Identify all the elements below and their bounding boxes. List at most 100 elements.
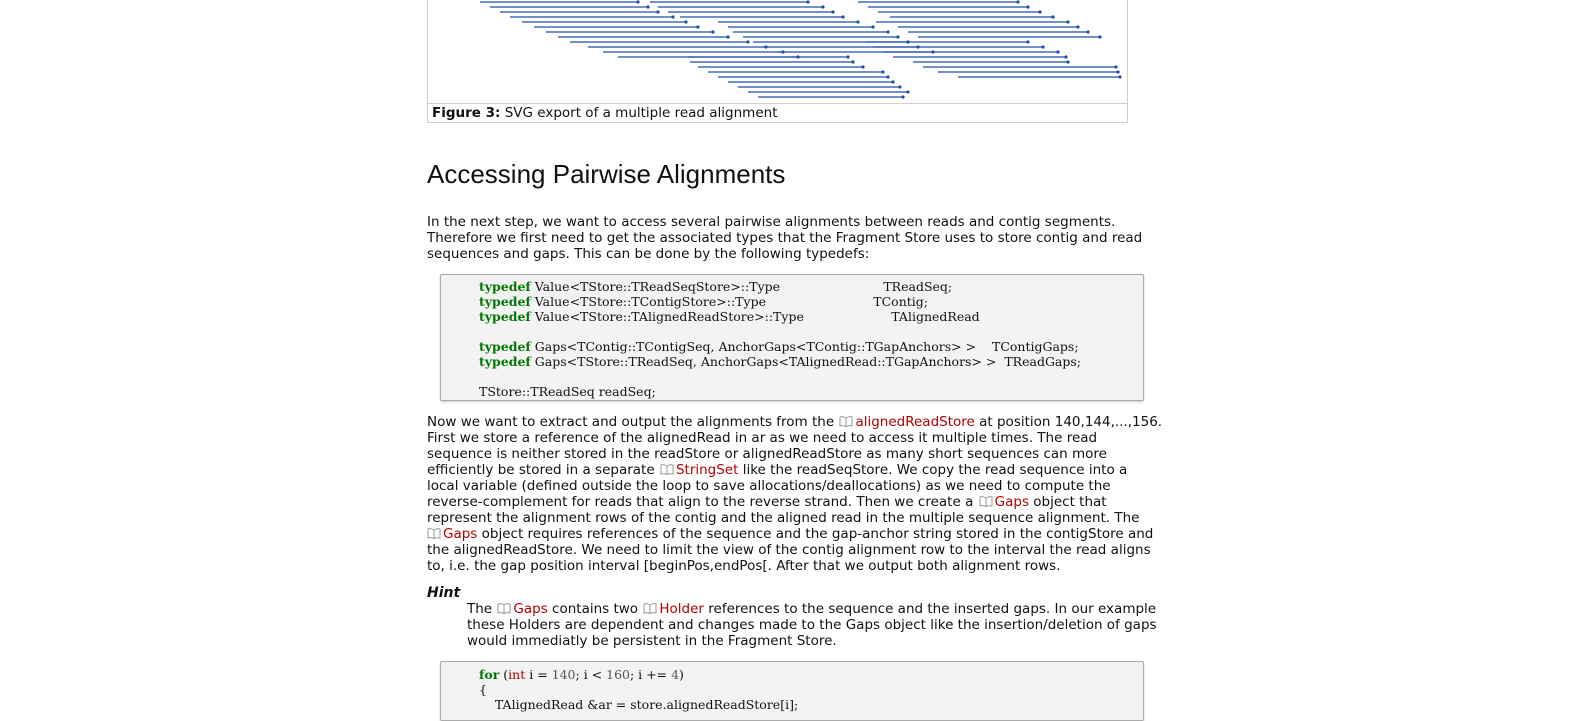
text: The xyxy=(467,601,497,617)
read-end-marker xyxy=(896,35,900,39)
read-end-marker xyxy=(806,0,810,4)
holder-link[interactable]: Holder xyxy=(659,601,704,617)
stringset-link[interactable]: StringSet xyxy=(676,462,738,478)
keyword: typedef xyxy=(479,309,531,324)
type-name: TReadSeq; xyxy=(883,279,953,294)
body-paragraph: Now we want to extract and output the al… xyxy=(427,414,1162,574)
figure-3: Figure 3: SVG export of a multiple read … xyxy=(427,0,1128,123)
read-end-marker xyxy=(1064,55,1068,59)
read-end-marker xyxy=(1041,45,1045,49)
read-end-marker xyxy=(656,10,660,14)
type-name: TContigGaps; xyxy=(991,339,1079,354)
read-end-marker xyxy=(1038,10,1042,14)
read-end-marker xyxy=(1016,0,1020,4)
code-text: Gaps<TStore::TReadSeq, AnchorGaps<TAlign… xyxy=(530,354,997,369)
read-end-marker xyxy=(1076,25,1080,29)
code-line: TAlignedRead &ar = store.alignedReadStor… xyxy=(479,697,799,712)
aligned-read-store-link[interactable]: alignedReadStore xyxy=(855,414,974,430)
read-end-marker xyxy=(1118,75,1122,79)
keyword: typedef xyxy=(479,339,531,354)
read-end-marker xyxy=(1026,5,1030,9)
text: efficiently be stored in a separate xyxy=(427,462,659,478)
read-end-marker xyxy=(696,25,700,29)
read-end-marker xyxy=(711,30,715,34)
type-name: TContig; xyxy=(873,294,928,309)
number: 160 xyxy=(606,667,630,682)
book-icon xyxy=(839,416,853,427)
gaps-link[interactable]: Gaps xyxy=(443,526,477,542)
read-end-marker xyxy=(1051,15,1055,19)
read-end-marker xyxy=(1114,65,1118,69)
read-end-marker xyxy=(856,20,860,24)
code-text: i = xyxy=(525,667,552,682)
read-end-marker xyxy=(671,15,675,19)
code-text: TStore::TReadSeq readSeq; xyxy=(479,384,656,399)
code-text: ) xyxy=(679,667,684,682)
read-end-marker xyxy=(861,65,865,69)
code-listing: typedef Value<TStore::TReadSeqStore>::Ty… xyxy=(441,275,1143,399)
text: sequence is neither stored in the readSt… xyxy=(427,446,1107,462)
hint-title: Hint xyxy=(427,585,461,601)
read-end-marker xyxy=(891,80,895,84)
text: the alignedReadStore. We need to limit t… xyxy=(427,542,1151,558)
code-line: typedef Gaps<TStore::TReadSeq, AnchorGap… xyxy=(479,354,1143,369)
code-padding xyxy=(766,294,873,309)
keyword: for xyxy=(479,667,500,682)
text: reverse-complement for reads that align … xyxy=(427,494,978,510)
text: First we store a reference of the aligne… xyxy=(427,430,1098,446)
text: at position 140,144,...,156. xyxy=(974,414,1163,430)
code-line: typedef Gaps<TContig::TContigSeq, Anchor… xyxy=(479,339,1143,354)
code-text: Gaps<TContig::TContigSeq, AnchorGaps<TCo… xyxy=(530,339,977,354)
read-end-marker xyxy=(1066,20,1070,24)
code-text: Value<TStore::TContigStore>::Type xyxy=(530,294,766,309)
book-icon xyxy=(497,603,511,614)
keyword: typedef xyxy=(479,279,531,294)
book-icon xyxy=(979,496,993,507)
code-listing: for (int i = 140; i < 160; i += 4) { TAli… xyxy=(441,662,1143,712)
read-end-marker xyxy=(886,75,890,79)
book-icon xyxy=(427,528,441,539)
intro-line: sequences and gaps. This can be done by … xyxy=(427,246,870,262)
text: object requires references of the sequen… xyxy=(477,526,1154,542)
text: contains two xyxy=(547,601,643,617)
text: to, i.e. the gap position interval [begi… xyxy=(427,558,1061,574)
text: Now we want to extract and output the al… xyxy=(427,414,839,430)
book-icon xyxy=(660,464,674,475)
read-end-marker xyxy=(646,5,650,9)
gaps-link[interactable]: Gaps xyxy=(995,494,1029,510)
read-end-marker xyxy=(831,10,835,14)
text: would immediatly be persistent in the Fr… xyxy=(467,633,837,649)
read-end-marker xyxy=(1066,60,1070,64)
read-end-marker xyxy=(881,70,885,74)
code-text: ; i < xyxy=(575,667,607,682)
text: local variable (defined outside the loop… xyxy=(427,478,1111,494)
text: represent the alignment rows of the cont… xyxy=(427,510,1140,526)
read-end-marker xyxy=(841,15,845,19)
code-text: Value<TStore::TReadSeqStore>::Type xyxy=(530,279,781,294)
read-end-marker xyxy=(684,20,688,24)
code-padding xyxy=(780,279,883,294)
type-name: TReadGaps; xyxy=(1004,354,1082,369)
number: 140 xyxy=(551,667,576,682)
type-name: TAlignedRead xyxy=(891,309,980,324)
code-padding xyxy=(804,309,891,324)
read-end-marker xyxy=(726,35,730,39)
caption-label: Figure 3: xyxy=(432,105,501,121)
read-end-marker xyxy=(901,95,905,99)
loop-code-block: for (int i = 140; i < 160; i += 4) { TAli… xyxy=(440,661,1144,721)
code-line: typedef Value<TStore::TContigStore>::Typ… xyxy=(479,294,1143,309)
read-end-marker xyxy=(906,90,910,94)
type-keyword: int xyxy=(508,667,526,682)
text: references to the sequence and the inser… xyxy=(703,601,1157,617)
read-end-marker xyxy=(898,85,902,89)
code-text: ; i += xyxy=(629,667,672,682)
read-end-marker xyxy=(1026,40,1030,44)
text: like the readSeqStore. We copy the read … xyxy=(738,462,1128,478)
read-end-marker xyxy=(1116,70,1120,74)
gaps-link[interactable]: Gaps xyxy=(513,601,547,617)
read-end-marker xyxy=(1098,35,1102,39)
code-text: ( xyxy=(499,667,509,682)
book-icon xyxy=(643,603,657,614)
intro-line: In the next step, we want to access seve… xyxy=(427,214,1116,230)
